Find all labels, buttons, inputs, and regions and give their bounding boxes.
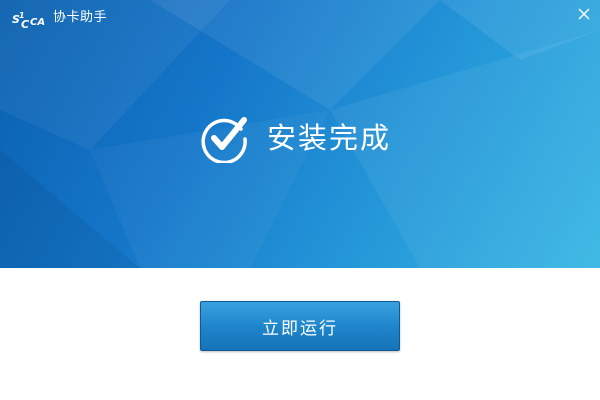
- close-icon[interactable]: [576, 6, 592, 22]
- check-circle-icon: [200, 113, 250, 165]
- svg-text:CA: CA: [30, 17, 45, 28]
- header-banner: S 1 C CA 协卡助手 安装完成: [0, 0, 600, 268]
- app-title: 协卡助手: [53, 10, 108, 25]
- run-now-button[interactable]: 立即运行: [200, 301, 400, 351]
- scca-logo-icon: S 1 C CA: [12, 9, 46, 31]
- install-status: 安装完成: [200, 113, 392, 165]
- installer-window: S 1 C CA 协卡助手 安装完成 立即运行: [0, 0, 600, 400]
- svg-text:C: C: [21, 18, 29, 29]
- install-status-text: 安装完成: [267, 121, 392, 155]
